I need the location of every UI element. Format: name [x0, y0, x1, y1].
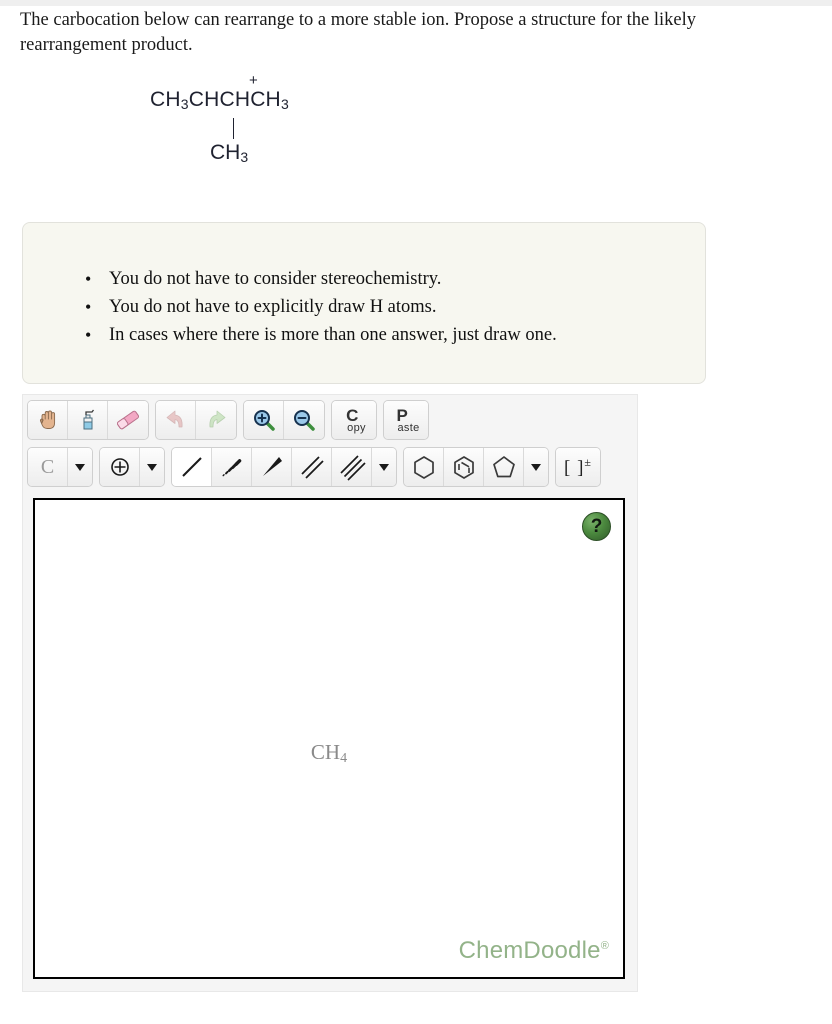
double-bond-icon: [300, 456, 324, 479]
eraser-icon: [116, 410, 140, 430]
chevron-down-icon: [147, 463, 157, 471]
single-bond-tool[interactable]: [172, 448, 212, 486]
toolbar-group-charge: [99, 447, 165, 487]
paste-button[interactable]: P aste: [384, 401, 428, 439]
pan-hand-tool[interactable]: [28, 401, 68, 439]
eraser-tool[interactable]: [108, 401, 148, 439]
toolbar-group-rings: [403, 447, 549, 487]
question-prompt: The carbocation below can rearrange to a…: [20, 10, 697, 55]
carbocation-structure: + CH3CHCHCH3 CH3: [150, 73, 289, 165]
hashed-wedge-icon: [221, 459, 241, 477]
list-item: You do not have to explicitly draw H ato…: [81, 293, 557, 321]
pentagon-icon: [492, 456, 515, 478]
benzene-icon: [453, 456, 474, 479]
molecule-drawing-canvas[interactable]: ? CH4 ChemDoodle®: [33, 498, 625, 979]
chemdoodle-watermark: ChemDoodle®: [459, 937, 609, 965]
toolbar-group-element: C: [27, 447, 93, 487]
hand-icon: [39, 410, 55, 429]
copy-icon: C opy: [342, 407, 366, 434]
hashed-wedge-bond-tool[interactable]: [212, 448, 252, 486]
chevron-down-icon: [75, 463, 85, 471]
toolbar-group-bonds: [171, 447, 397, 487]
toolbar-group-history: [155, 400, 237, 440]
molecule-formula-label: CH4: [310, 740, 348, 766]
chemdoodle-sketcher: C opy P aste C []± ? CH4 ChemDoodle®: [22, 394, 638, 992]
carbon-label-icon: C: [40, 455, 55, 478]
page-top-strip: [0, 0, 832, 6]
structure-branch-methyl: CH3: [210, 141, 249, 165]
redo-button[interactable]: [196, 401, 236, 439]
hexagon-icon: [413, 456, 434, 479]
paste-label-small: aste: [397, 421, 420, 434]
structure-vertical-bond-icon: [233, 118, 234, 139]
magnifier-minus-icon: [294, 410, 315, 431]
benzene-ring-tool[interactable]: [444, 448, 484, 486]
toolbar-group-manipulate: [27, 400, 149, 440]
paste-label-big: P: [396, 405, 408, 425]
toolbar-group-bracket: [ ]±: [555, 447, 601, 487]
bond-dropdown[interactable]: [372, 448, 396, 486]
list-item: You do not have to consider stereochemis…: [81, 265, 557, 293]
watermark-text: ChemDoodle: [458, 937, 601, 964]
toolbar-group-copy: C opy: [331, 400, 377, 440]
registered-mark-icon: ®: [600, 940, 609, 952]
bracket-charge-glyph: ±: [584, 454, 592, 469]
solid-wedge-icon: [262, 457, 282, 476]
help-button[interactable]: ?: [582, 512, 611, 541]
bracket-charge-icon: [ ]±: [564, 455, 592, 479]
redo-arrow-icon: [209, 410, 226, 428]
toolbar-group-zoom: [243, 400, 325, 440]
sketcher-toolbar-row-1: C opy P aste: [27, 398, 435, 442]
structure-chain-text: CH3CHCHCH3: [150, 88, 289, 112]
paste-icon: P aste: [393, 407, 420, 434]
element-dropdown[interactable]: [68, 448, 92, 486]
list-item: In cases where there is more than one an…: [81, 321, 557, 349]
solid-wedge-bond-tool[interactable]: [252, 448, 292, 486]
triple-bond-tool[interactable]: [332, 448, 372, 486]
ring-dropdown[interactable]: [524, 448, 548, 486]
toolbar-group-paste: P aste: [383, 400, 429, 440]
zoom-out-button[interactable]: [284, 401, 324, 439]
charge-tool[interactable]: [100, 448, 140, 486]
instructions-callout: You do not have to consider stereochemis…: [22, 222, 706, 384]
chevron-down-icon: [531, 463, 541, 471]
bracket-charge-tool[interactable]: [ ]±: [556, 448, 600, 486]
clear-spray-tool[interactable]: [68, 401, 108, 439]
sketcher-toolbar-row-2: C []±: [27, 445, 607, 489]
chevron-down-icon: [379, 463, 389, 471]
magnifier-plus-icon: [253, 410, 275, 431]
structure-main-chain: + CH3CHCHCH3: [150, 73, 289, 139]
copy-label-small: opy: [347, 421, 366, 434]
copy-label-big: C: [346, 405, 359, 425]
instructions-list: You do not have to consider stereochemis…: [81, 265, 557, 349]
charge-dropdown[interactable]: [140, 448, 164, 486]
spray-bottle-icon: [83, 409, 94, 430]
undo-button[interactable]: [156, 401, 196, 439]
positive-charge-icon: +: [249, 72, 258, 89]
plus-circle-icon: [110, 458, 129, 476]
undo-arrow-icon: [166, 410, 183, 428]
copy-button[interactable]: C opy: [332, 401, 376, 439]
single-bond-icon: [181, 457, 202, 477]
element-label-tool[interactable]: C: [28, 448, 68, 486]
zoom-in-button[interactable]: [244, 401, 284, 439]
cyclopentane-ring-tool[interactable]: [484, 448, 524, 486]
triple-bond-icon: [339, 455, 366, 481]
cyclohexane-ring-tool[interactable]: [404, 448, 444, 486]
double-bond-tool[interactable]: [292, 448, 332, 486]
bracket-glyphs: [ ]: [564, 457, 585, 479]
